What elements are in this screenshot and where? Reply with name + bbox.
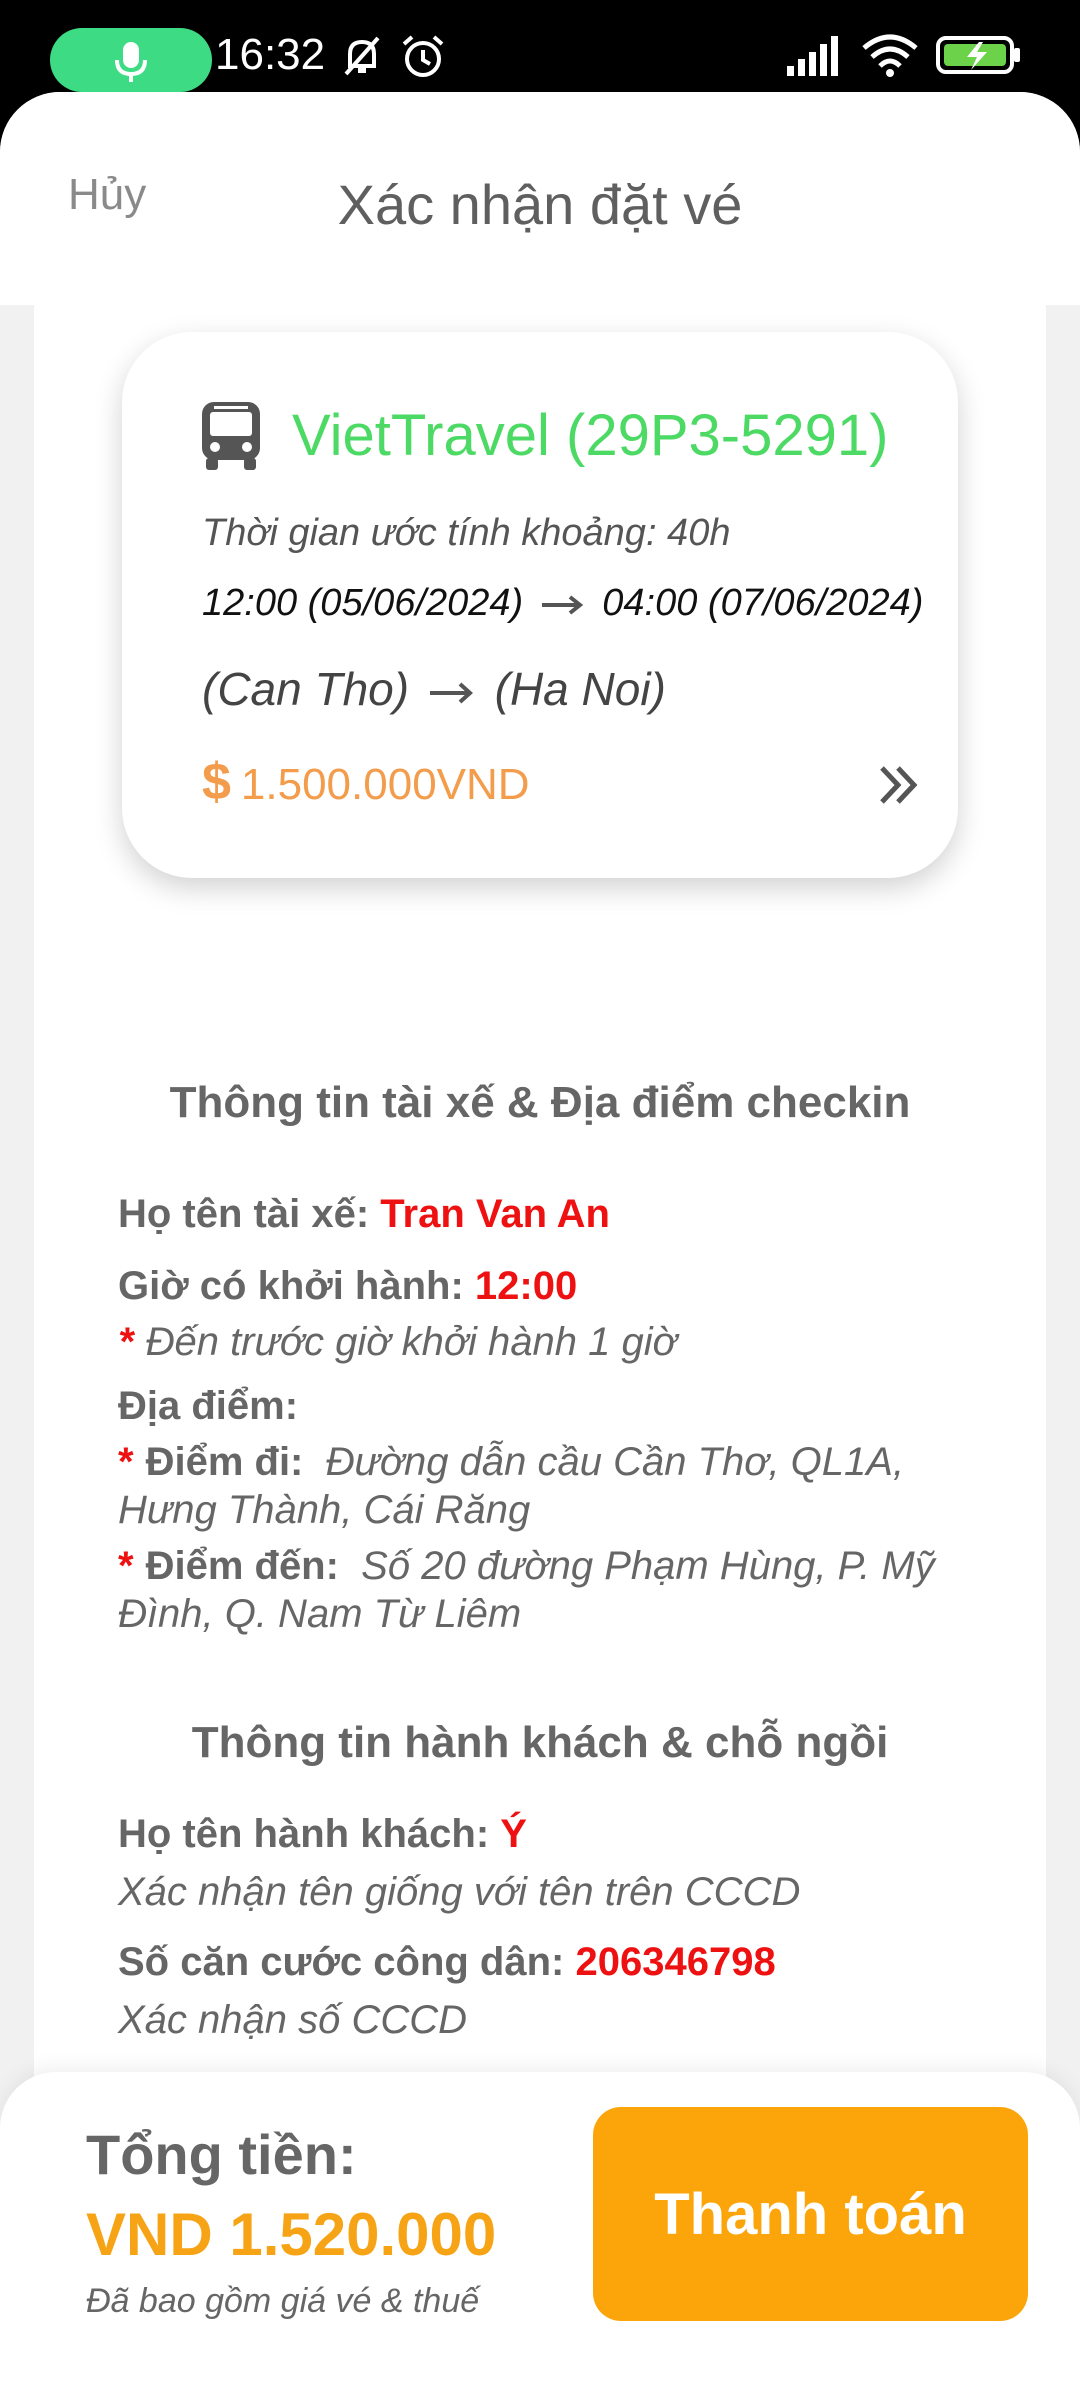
status-time: 16:32 [215, 30, 326, 79]
total-note: Đã bao gồm giá vé & thuế [86, 2282, 480, 2320]
depart-time-row: Giờ có khởi hành: 12:00 [118, 1264, 577, 1309]
arrow-right-icon [429, 682, 473, 704]
arrow-right-icon [541, 595, 583, 615]
citizen-id-value: 206346798 [575, 1940, 776, 1984]
total-label: Tổng tiền: [86, 2123, 357, 2186]
required-star: * [118, 1544, 134, 1588]
company-name: VietTravel (29P3-5291) [292, 403, 889, 468]
passenger-name-label: Họ tên hành khách: [118, 1812, 490, 1856]
bus-icon [202, 402, 260, 470]
citizen-id-row: Số căn cước công dân: 206346798 [118, 1940, 776, 1985]
passenger-name-note: Xác nhận tên giống với tên trên CCCD [118, 1870, 801, 1914]
trip-card[interactable]: VietTravel (29P3-5291) Thời gian ước tín… [122, 332, 958, 878]
origin: (Can Tho) [202, 663, 410, 715]
trip-duration: Thời gian ước tính khoảng: 40h [202, 512, 731, 554]
dropoff-label: Điểm đến: [145, 1544, 339, 1588]
destination: (Ha Noi) [494, 663, 666, 715]
driver-section-title: Thông tin tài xế & Địa điểm checkin [169, 1078, 911, 1127]
depart-time-label: Giờ có khởi hành: [118, 1264, 464, 1308]
dropoff-row: * Điểm đến: Số 20 đường Phạm Hùng, P. Mỹ … [118, 1542, 938, 1638]
location-label: Địa điểm: [118, 1384, 299, 1428]
required-star: * [118, 1440, 134, 1484]
passenger-name-row: Họ tên hành khách: Ý [118, 1812, 527, 1857]
mic-indicator[interactable] [50, 28, 212, 92]
total-value: VND 1.520.000 [86, 2201, 497, 2268]
price-value: 1.500.000VND [240, 760, 530, 809]
price-symbol: $ [202, 753, 231, 811]
arrive-note-row: * Đến trước giờ khởi hành 1 giờ [118, 1320, 677, 1365]
pickup-row: * Điểm đi: Đường dẫn cầu Cần Thơ, QL1A, H… [118, 1438, 938, 1534]
driver-name-value: Tran Van An [380, 1192, 610, 1236]
page-title: Xác nhận đặt vé [337, 173, 743, 236]
alarm-icon [402, 35, 444, 77]
double-chevron-right-icon[interactable] [876, 762, 922, 808]
driver-name-row: Họ tên tài xế: Tran Van An [118, 1192, 610, 1237]
driver-name-label: Họ tên tài xế: [118, 1192, 370, 1236]
citizen-id-note: Xác nhận số CCCD [118, 1998, 468, 2042]
battery-icon [936, 36, 1020, 74]
arrive-time: 04:00 (07/06/2024) [602, 582, 924, 624]
required-star: * [118, 1320, 134, 1364]
trip-times: 12:00 (05/06/2024) 04:00 (07/06/2024) [202, 582, 923, 625]
signal-icon [787, 36, 838, 76]
pickup-label: Điểm đi: [145, 1440, 304, 1484]
mic-icon [115, 42, 147, 82]
wifi-icon [862, 34, 918, 77]
trip-price: $1.500.000VND [202, 752, 530, 812]
mute-icon [344, 36, 380, 76]
citizen-id-label: Số căn cước công dân: [118, 1940, 565, 1984]
status-bar: 16:32 [0, 0, 1080, 95]
depart-time: 12:00 (05/06/2024) [202, 582, 524, 624]
trip-route: (Can Tho) (Ha Noi) [202, 662, 666, 716]
passenger-name-value: Ý [500, 1812, 527, 1856]
arrive-note: Đến trước giờ khởi hành 1 giờ [145, 1320, 677, 1364]
depart-time-value: 12:00 [474, 1264, 578, 1308]
passenger-section-title: Thông tin hành khách & chỗ ngồi [191, 1718, 889, 1767]
pay-button[interactable]: Thanh toán [593, 2107, 1028, 2321]
checkout-bar: Tổng tiền: VND 1.520.000 Đã bao gồm giá … [0, 2072, 1080, 2400]
